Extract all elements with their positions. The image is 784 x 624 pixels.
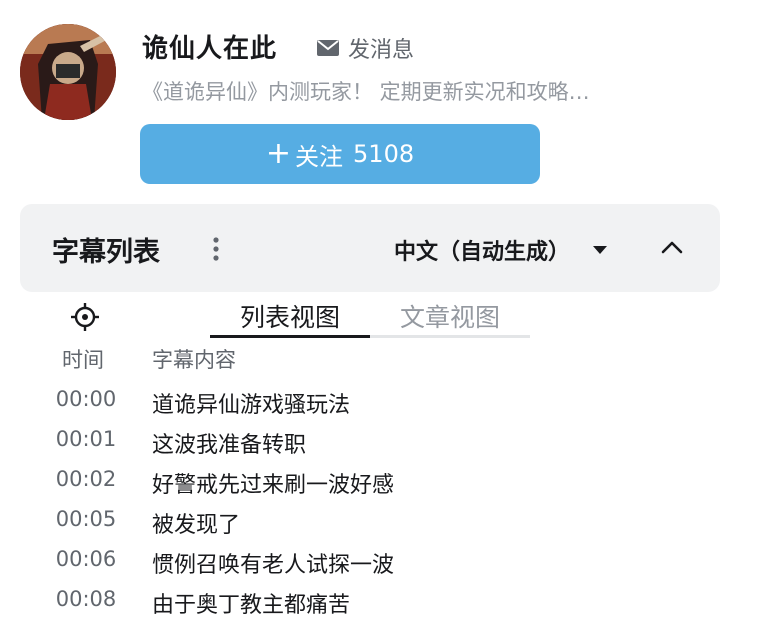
subtitle-time: 00:02	[55, 467, 117, 491]
subtitle-text: 好警戒先过来刷一波好感	[152, 473, 395, 498]
collapse-panel-button[interactable]	[660, 236, 684, 260]
language-dropdown[interactable]: 中文（自动生成）	[394, 234, 608, 266]
subtitle-row[interactable]: 00:02 好警戒先过来刷一波好感	[0, 464, 784, 504]
subtitle-text: 惯例召唤有老人试探一波	[152, 553, 395, 578]
username[interactable]: 诡仙人在此	[142, 28, 277, 65]
subtitle-time: 00:00	[55, 387, 117, 411]
subtitle-time: 00:05	[55, 507, 117, 531]
follower-count: 5108	[353, 140, 415, 168]
caret-down-icon	[593, 246, 608, 254]
subtitle-time: 00:01	[55, 427, 117, 451]
send-message-button[interactable]: 发消息	[316, 32, 414, 64]
subtitle-row[interactable]: 00:08 由于奥丁教主都痛苦	[0, 584, 784, 624]
subtitle-panel-header: 字幕列表 中文（自动生成）	[20, 204, 720, 292]
subtitle-row[interactable]: 00:00 道诡异仙游戏骚玩法	[0, 384, 784, 424]
more-options-button[interactable]	[206, 234, 226, 264]
crosshair-icon	[71, 303, 99, 331]
subtitle-time: 00:08	[55, 587, 117, 611]
follow-label: 关注	[295, 142, 344, 171]
subtitle-text: 被发现了	[152, 513, 241, 538]
mail-icon	[317, 40, 339, 56]
subtitle-row[interactable]: 00:01 这波我准备转职	[0, 424, 784, 464]
follow-button[interactable]: + 关注 5108	[140, 124, 540, 184]
subtitle-text: 这波我准备转职	[152, 433, 307, 458]
subtitle-time: 00:06	[55, 547, 117, 571]
subtitle-row[interactable]: 00:06 惯例召唤有老人试探一波	[0, 544, 784, 584]
plus-icon: +	[265, 136, 292, 171]
locate-current-subtitle-button[interactable]	[70, 302, 100, 332]
chevron-up-icon	[661, 241, 683, 254]
column-header-time: 时间	[62, 348, 104, 372]
subtitle-text: 由于奥丁教主都痛苦	[152, 593, 351, 618]
language-label: 中文（自动生成）	[394, 240, 571, 265]
column-header-content: 字幕内容	[152, 348, 236, 372]
vertical-dots-icon	[213, 237, 219, 261]
avatar[interactable]	[20, 24, 116, 120]
user-bio: 《道诡异仙》内测玩家！ 定期更新实况和攻略…	[142, 80, 590, 104]
tab-list-view[interactable]: 列表视图	[210, 296, 370, 338]
avatar-image	[20, 24, 116, 120]
subtitle-row[interactable]: 00:05 被发现了	[0, 504, 784, 544]
subtitle-text: 道诡异仙游戏骚玩法	[152, 393, 351, 418]
subtitle-list: 00:00 道诡异仙游戏骚玩法 00:01 这波我准备转职 00:02 好警戒先…	[0, 384, 784, 624]
send-message-label: 发消息	[348, 38, 415, 63]
tab-article-view[interactable]: 文章视图	[370, 296, 530, 338]
subtitle-panel-title: 字幕列表	[52, 237, 160, 268]
